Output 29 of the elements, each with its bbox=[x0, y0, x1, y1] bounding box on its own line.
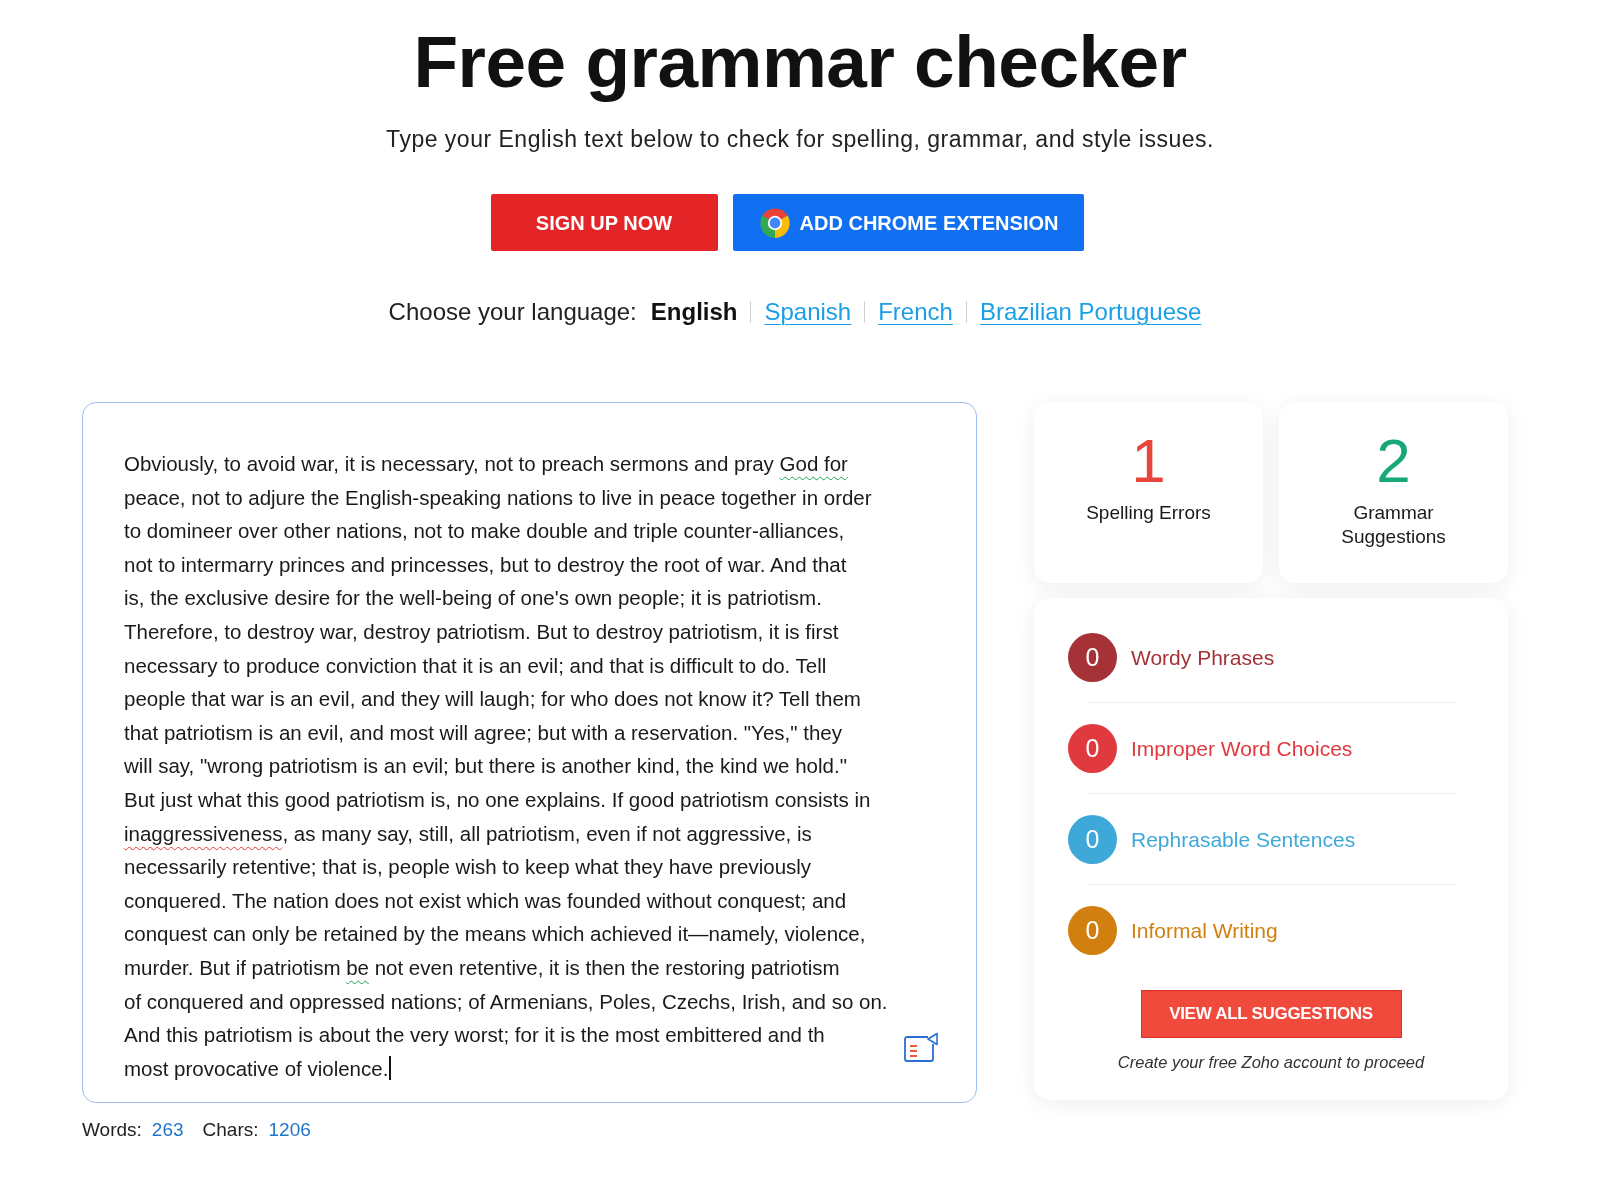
view-all-suggestions-button[interactable]: VIEW ALL SUGGESTIONS bbox=[1140, 990, 1402, 1038]
count-badge: 0 bbox=[1068, 906, 1117, 955]
language-option[interactable]: Brazilian Portuguese bbox=[979, 294, 1202, 330]
count-badge: 0 bbox=[1068, 815, 1117, 864]
editor-text: Obviously, to avoid war, it is necessary, not to preach sermons and pray God for peace, not to adjure the English-speaking nations to live in peace together in order to domineer over other nations, not to make double and triple counter-alliances, not to intermarry princes and princesses, but to destroy the root of war. And that is, the exclusive desire for the well-being of one's own people; it is patriotism. Therefore, to destroy war, destroy patriotism. But to destroy patriotism, it is first necessary to produce conviction that it is an evil; and that is difficult to do. Tell people that war is an evil, and they will laugh; for who does not know it? Tell them that patriotism is an evil, and most will agree; but with a reservation. "Yes," they will say, "wrong patriotism is an evil; but there is another kind, the kind we hold." But just what this good patriotism is, no one explains. If good patriotism consists in inaggressiveness, as many say, still, all patriotism, even if not aggressive, is necessarily retentive; that is, people wish to keep what they have previously conquered. The nation does not exist which was founded without conquest; and conquest can only be retained by the means which achieved it—namely, violence, murder. But if patriotism be not even retentive, it is then the restoring patriotism of conquered and oppressed nations; of Armenians, Poles, Czechs, Irish, and so on. And this patriotism is about the very worst; for it is the most embittered and th most provocative of violence. bbox=[124, 451, 888, 1082]
language-option[interactable]: French bbox=[878, 294, 953, 330]
account-note: Create your free Zoho account to proceed bbox=[1117, 1052, 1425, 1072]
text-input-area[interactable] bbox=[82, 402, 977, 1103]
stat-label: Spelling Errors bbox=[1086, 501, 1211, 525]
stat-label: Grammar Suggestions bbox=[1340, 501, 1447, 549]
count-label: Chars: bbox=[202, 1117, 259, 1142]
category-label: Informal Writing bbox=[1131, 917, 1278, 944]
count-value: 263 bbox=[151, 1117, 184, 1142]
page-subtitle: Type your English text below to check for spelling, grammar, and style issues. bbox=[386, 125, 1214, 153]
sign-up-button[interactable]: SIGN UP NOW bbox=[490, 194, 718, 251]
count-label: Words: bbox=[82, 1117, 142, 1142]
count-value: 1206 bbox=[268, 1117, 311, 1142]
language-label: Choose your language: bbox=[388, 297, 637, 327]
count-badge: 0 bbox=[1068, 724, 1117, 773]
document-lines-icon[interactable] bbox=[904, 1032, 938, 1062]
category-label: Rephrasable Sentences bbox=[1131, 826, 1356, 853]
language-option[interactable]: Spanish bbox=[764, 294, 852, 330]
chrome-extension-button[interactable]: ADD CHROME EXTENSION bbox=[732, 194, 1084, 251]
category-label: Wordy Phrases bbox=[1131, 644, 1275, 671]
stat-count: 2 bbox=[1376, 430, 1411, 492]
count-badge: 0 bbox=[1068, 633, 1117, 682]
language-option[interactable]: English bbox=[650, 294, 738, 330]
category-label: Improper Word Choices bbox=[1131, 735, 1353, 762]
stat-count: 1 bbox=[1131, 430, 1166, 492]
